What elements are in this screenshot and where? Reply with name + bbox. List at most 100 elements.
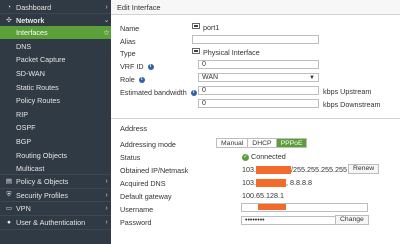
bandwidth-upstream-input[interactable]: 0 [198,86,319,95]
sidebar-item-label: SD-WAN [16,68,45,78]
bandwidth-downstream-input[interactable]: 0 [198,99,319,108]
interface-port-icon [192,22,200,32]
sidebar-item-rip[interactable]: RIP [0,108,111,120]
sidebar-item-label: BGP [16,136,32,146]
type-label: Type [120,49,136,58]
divider [0,229,111,230]
network-icon: ✣ [6,17,12,24]
addressing-mode-label: Addressing mode [120,140,176,149]
sidebar-item-label: Dashboard [16,2,52,12]
physical-interface-icon [192,47,200,57]
redaction-block [258,204,286,211]
chevron-right-icon: › [105,218,108,226]
sidebar-item-vpn[interactable]: ▭ VPN › [0,202,111,214]
sidebar-item-label: User & Authentication [16,217,86,227]
sidebar-item-dashboard[interactable]: ◔ Dashboard › [0,1,111,13]
sidebar-item-bgp[interactable]: BGP [0,135,111,147]
name-value: port1 [203,23,220,32]
security-icon: ⛨ [6,191,12,198]
chevron-down-icon: ⌄ [103,17,110,24]
sidebar-item-label: Multicast [16,163,45,173]
username-label: Username [120,205,154,214]
sidebar-item-packet-capture[interactable]: Packet Capture [0,53,111,65]
bandwidth-label: Estimated bandwidth i [120,88,197,97]
dns-prefix: 103. [242,178,256,187]
sidebar-item-label: DNS [16,41,32,51]
acquired-dns-label: Acquired DNS [120,179,166,188]
obtained-ip-value: 103. /255.255.255.255 [242,165,347,175]
status-label: Status [120,153,141,162]
edit-interface-panel: Edit Interface Name port1 Alias Type Phy… [111,0,400,244]
sidebar-item-security-profiles[interactable]: ⛨ Security Profiles › [0,189,111,201]
redaction-block [256,179,286,188]
sidebar-item-label: Routing Objects [16,150,68,160]
default-gateway-label: Default gateway [120,192,172,201]
role-text: Role [120,75,135,84]
alias-label: Alias [120,37,136,46]
info-icon[interactable]: i [190,90,197,97]
chevron-right-icon: › [105,191,108,199]
sidebar-item-sd-wan[interactable]: SD-WAN [0,67,111,79]
status-value: ✓ Connected [242,152,286,161]
password-label: Password [120,218,152,227]
sidebar-item-routing-objects[interactable]: Routing Objects [0,149,111,161]
sidebar-item-dns[interactable]: DNS [0,40,111,52]
vpn-icon: ▭ [5,205,13,212]
renew-button[interactable]: Renew [348,164,380,174]
change-password-button[interactable]: Change [335,215,369,225]
sidebar-item-static-routes[interactable]: Static Routes [0,81,111,93]
mode-pppoe-button[interactable]: PPPoE [276,139,307,147]
sidebar-item-label: Packet Capture [16,54,66,64]
sidebar-item-policy-routes[interactable]: Policy Routes [0,94,111,106]
username-input[interactable] [241,203,368,212]
redaction-block [256,166,291,175]
star-icon[interactable]: ☆ [102,28,111,37]
sidebar-item-multicast[interactable]: Multicast [0,162,111,174]
default-gateway-value: 100.65.128.1 [242,191,284,200]
bandwidth-text: Estimated bandwidth [120,88,187,97]
sidebar-item-network[interactable]: ✣ Network ⌄ [0,14,111,26]
vrf-id-text: VRF ID [120,62,144,71]
sidebar-item-label: VPN [16,203,31,213]
role-label: Role i [120,75,145,84]
dashboard-icon: ◔ [7,3,11,11]
addressing-mode-toggle: Manual DHCP PPPoE [216,138,308,148]
upstream-unit: kbps Upstream [323,87,372,96]
sidebar-item-label: RIP [16,109,28,119]
sidebar-item-label: Security Profiles [16,190,68,200]
alias-input[interactable] [192,35,319,44]
sidebar-item-interfaces[interactable]: Interfaces ☆ [0,26,111,39]
dropdown-arrow-icon: ▼ [309,75,315,81]
sidebar-item-label: Policy Routes [16,95,60,105]
sidebar-item-label: Policy & Objects [16,176,69,186]
obtained-ip-label: Obtained IP/Netmask [120,166,189,175]
vrf-id-input[interactable]: 0 [198,60,319,69]
password-input[interactable]: •••••••• [241,216,342,225]
address-section-title: Address [120,124,148,133]
downstream-unit: kbps Downstream [323,100,381,109]
vrf-id-label: VRF ID i [120,62,154,71]
user-icon: ● [7,218,11,226]
mode-dhcp-button[interactable]: DHCP [248,139,277,147]
sidebar-item-label: OSPF [16,122,36,132]
sidebar: ◔ Dashboard › ✣ Network ⌄ Interfaces ☆ D… [0,0,111,244]
sidebar-item-label: Static Routes [16,82,59,92]
acquired-dns-value: 103. , 8.8.8.8 [242,178,312,188]
page-title: Edit Interface [111,0,400,15]
mode-manual-button[interactable]: Manual [217,139,249,147]
sidebar-item-user-authentication[interactable]: ● User & Authentication › [0,216,111,228]
sidebar-item-policy-objects[interactable]: ▤ Policy & Objects › [0,175,111,187]
check-circle-icon: ✓ [242,153,249,161]
policy-icon: ▤ [5,178,13,185]
obtained-ip-suffix: /255.255.255.255 [291,165,347,174]
info-icon[interactable]: i [138,77,145,84]
name-label: Name [120,24,140,33]
sidebar-item-label: Network [16,15,45,25]
role-select[interactable]: WAN ▼ [198,73,319,82]
info-icon[interactable]: i [147,64,154,71]
sidebar-item-ospf[interactable]: OSPF [0,121,111,133]
chevron-right-icon: › [105,3,108,11]
role-selected-value: WAN [202,74,219,81]
sidebar-item-label: Interfaces [16,28,48,37]
type-value: Physical Interface [203,48,260,57]
